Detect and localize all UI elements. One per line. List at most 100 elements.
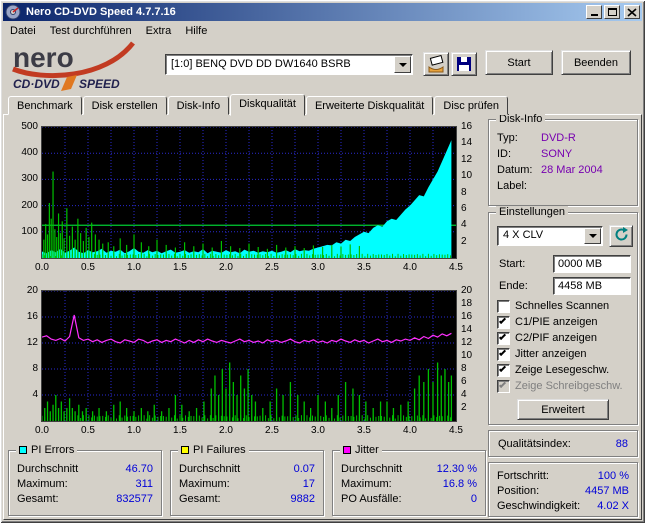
- tab-strip: Benchmark Disk erstellen Disk-Info Diskq…: [8, 93, 509, 116]
- check-icon: [498, 316, 507, 324]
- chevron-down-icon: [588, 234, 597, 242]
- checkbox-c1-pie[interactable]: C1/PIE anzeigen: [497, 315, 598, 329]
- hand-disc-icon: [428, 55, 444, 73]
- eject-disc-button[interactable]: [423, 52, 449, 76]
- stat-row: Gesamt: 832577: [17, 492, 153, 505]
- pi-failures-panel: PI Failures Durchschnitt 0.07 Maximum: 17 …: [170, 444, 324, 516]
- save-results-button[interactable]: [451, 52, 477, 76]
- floppy-icon: [457, 57, 471, 71]
- quality-index-label: Qualitätsindex:: [498, 437, 571, 450]
- maximize-button[interactable]: [604, 5, 620, 19]
- checkbox-lesegeschw[interactable]: Zeige Lesegeschw.: [497, 363, 609, 377]
- refresh-speed-button[interactable]: [609, 225, 633, 247]
- menu-datei[interactable]: Datei: [3, 23, 43, 39]
- app-window: Nero CD-DVD Speed 4.7.7.16 Datei Test du…: [0, 0, 645, 523]
- check-icon: [498, 332, 507, 340]
- progress-value: 100 %: [597, 469, 629, 482]
- end-position-field[interactable]: 4458 MB: [553, 277, 631, 295]
- stat-row: PO Ausfälle: 0: [341, 492, 477, 505]
- start-position-label: Start:: [499, 258, 526, 270]
- quality-index-panel: Qualitätsindex: 88: [488, 430, 638, 457]
- disk-label-row: Label:: [497, 180, 527, 192]
- speed-select-value: 4 X CLV: [503, 229, 544, 241]
- progress-panel: Fortschritt: 100 % Position: 4457 MB Ges…: [488, 462, 638, 517]
- progress-row: Fortschritt: 100 %: [497, 469, 629, 482]
- menu-test-durchfuehren[interactable]: Test durchführen: [43, 23, 139, 39]
- tab-disk-info[interactable]: Disk-Info: [167, 96, 230, 115]
- check-icon: [498, 364, 507, 372]
- pi-errors-chart: [41, 126, 457, 259]
- maximize-icon: [607, 8, 617, 16]
- speed-select[interactable]: 4 X CLV: [497, 226, 603, 246]
- disk-info-panel: Disk-Info Typ: DVD-R ID: SONY Datum: 28 …: [488, 113, 638, 206]
- title-bar[interactable]: Nero CD-DVD Speed 4.7.7.16: [3, 3, 642, 21]
- stat-row: Durchschnitt 12.30 %: [341, 462, 477, 475]
- minimize-button[interactable]: [586, 5, 602, 19]
- stat-row: Gesamt: 9882: [179, 492, 315, 505]
- refresh-icon: [615, 227, 628, 241]
- advanced-button[interactable]: Erweitert: [517, 399, 609, 420]
- checkbox-c2-pif[interactable]: C2/PIF anzeigen: [497, 331, 597, 345]
- chevron-down-icon: [398, 62, 407, 71]
- speed-row: Geschwindigkeit: 4.02 X: [497, 499, 629, 512]
- speed-value: 4.02 X: [597, 499, 629, 512]
- pi-errors-panel: PI Errors Durchschnitt 46.70 Maximum: 311 …: [8, 444, 162, 516]
- settings-title: Einstellungen: [496, 206, 569, 218]
- stat-row: Maximum: 311: [17, 477, 153, 490]
- tab-disc-pruefen[interactable]: Disc prüfen: [434, 96, 509, 115]
- logo-speed-text: SPEED: [79, 77, 120, 91]
- toolbar: nero CD·DVD SPEED [1:0] BENQ DVD DD DW16…: [3, 39, 642, 93]
- position-value: 4457 MB: [584, 484, 629, 497]
- checkbox-box: [497, 331, 510, 345]
- check-icon: [498, 380, 507, 388]
- disk-type-value: DVD-R: [541, 132, 576, 144]
- checkbox-jitter[interactable]: Jitter anzeigen: [497, 347, 587, 361]
- speed-select-arrow-button[interactable]: [584, 228, 601, 244]
- tab-disk-erstellen[interactable]: Disk erstellen: [82, 96, 167, 115]
- menu-hilfe[interactable]: Hilfe: [178, 23, 214, 39]
- jitter-legend-swatch: [343, 446, 351, 454]
- pif-legend-swatch: [181, 446, 189, 454]
- menu-bar: Datei Test durchführen Extra Hilfe: [3, 22, 642, 39]
- disk-id-row: ID: SONY: [497, 148, 573, 160]
- app-icon: [5, 4, 21, 20]
- stat-row: Maximum: 17: [179, 477, 315, 490]
- checkbox-box: [497, 315, 510, 329]
- start-button[interactable]: Start: [485, 50, 553, 75]
- checkbox-box: [497, 299, 510, 313]
- logo-cddvd-text: CD·DVD: [13, 77, 60, 91]
- menu-extra[interactable]: Extra: [139, 23, 179, 39]
- checkbox-schnelles-scannen[interactable]: Schnelles Scannen: [497, 299, 609, 313]
- checkbox-box: [497, 363, 510, 377]
- stat-row: Durchschnitt 0.07: [179, 462, 315, 475]
- pi-failures-panel-title: PI Failures: [178, 444, 249, 456]
- close-icon: [627, 7, 637, 17]
- start-position-field[interactable]: 0000 MB: [553, 255, 631, 273]
- jitter-panel: Jitter Durchschnitt 12.30 % Maximum: 16.8 …: [332, 444, 486, 516]
- minimize-icon: [590, 8, 598, 16]
- settings-panel: Einstellungen 4 X CLV Start: 0000 MB End…: [488, 206, 638, 425]
- tab-erweiterte-diskqualitaet[interactable]: Erweiterte Diskqualität: [305, 96, 434, 115]
- position-row: Position: 4457 MB: [497, 484, 629, 497]
- stat-row: Durchschnitt 46.70: [17, 462, 153, 475]
- stat-row: Maximum: 16.8 %: [341, 477, 477, 490]
- drive-select-arrow-button[interactable]: [394, 56, 411, 73]
- drive-select[interactable]: [1:0] BENQ DVD DD DW1640 BSRB: [165, 54, 413, 75]
- checkbox-schreibgeschw: Zeige Schreibgeschw.: [497, 379, 623, 393]
- jitter-panel-title: Jitter: [340, 444, 382, 456]
- tab-diskqualitaet[interactable]: Diskqualität: [230, 94, 305, 116]
- pi-errors-panel-title: PI Errors: [16, 444, 78, 456]
- nero-logo-text: nero: [13, 42, 74, 73]
- quality-index-value: 88: [615, 437, 628, 450]
- window-title: Nero CD-DVD Speed 4.7.7.16: [26, 6, 176, 18]
- check-icon: [498, 348, 507, 356]
- disk-id-value: SONY: [541, 148, 573, 160]
- end-position-label: Ende:: [499, 280, 528, 292]
- close-button[interactable]: [624, 5, 640, 19]
- checkbox-box: [497, 379, 510, 393]
- disk-type-row: Typ: DVD-R: [497, 132, 576, 144]
- checkbox-box: [497, 347, 510, 361]
- tab-benchmark[interactable]: Benchmark: [8, 96, 82, 115]
- quit-button[interactable]: Beenden: [561, 50, 631, 75]
- drive-select-value: [1:0] BENQ DVD DD DW1640 BSRB: [171, 58, 351, 70]
